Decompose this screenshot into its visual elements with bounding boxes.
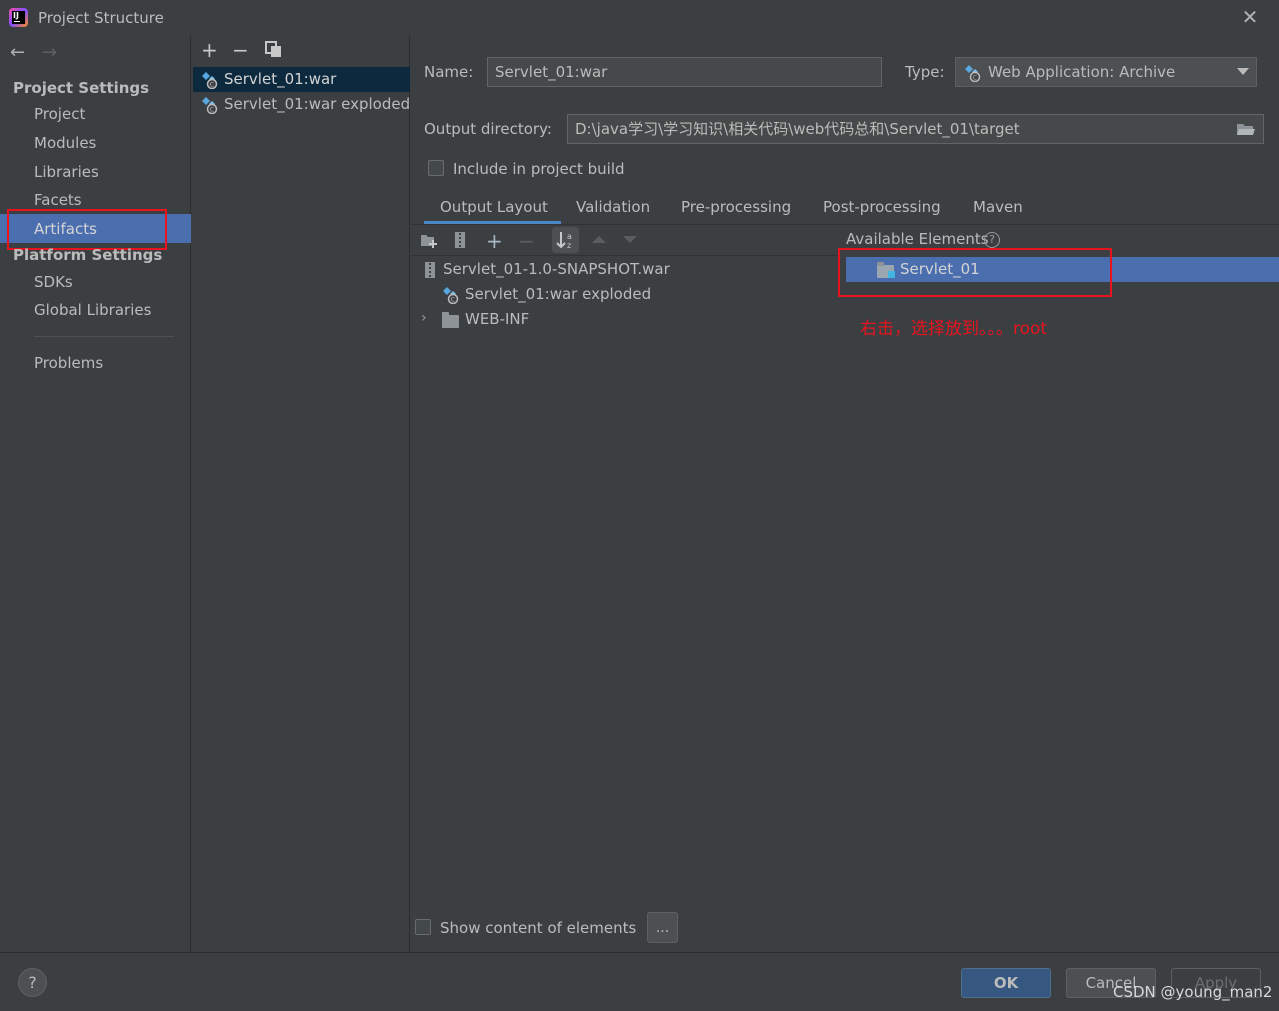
create-directory-icon[interactable] — [420, 232, 438, 248]
war-archive-icon — [424, 261, 436, 279]
svg-text:z: z — [567, 241, 571, 250]
annotation-box-available — [838, 248, 1112, 297]
output-directory-label: Output directory: — [424, 120, 552, 138]
show-content-checkbox[interactable] — [415, 919, 431, 935]
svg-text:C: C — [973, 75, 977, 82]
tab-maven[interactable]: Maven — [973, 198, 1023, 216]
sidebar-item-project[interactable]: Project — [34, 105, 85, 123]
forward-arrow-icon: → — [42, 42, 58, 63]
web-artifact-icon: C — [201, 96, 219, 115]
sidebar-item-global-libraries[interactable]: Global Libraries — [34, 301, 151, 319]
include-in-build-checkbox[interactable] — [428, 160, 444, 176]
svg-text:C: C — [210, 107, 214, 114]
chevron-down-icon[interactable] — [1237, 68, 1249, 75]
web-artifact-icon: C — [201, 71, 219, 90]
platform-settings-header: Platform Settings — [13, 246, 163, 264]
show-content-label: Show content of elements — [440, 919, 637, 937]
title-bar — [0, 0, 1279, 36]
watermark: CSDN @young_man2 — [1113, 983, 1273, 1001]
create-archive-icon[interactable] — [454, 231, 466, 249]
layout-tree-divider — [411, 255, 841, 256]
add-icon[interactable]: + — [201, 40, 218, 60]
window-title: Project Structure — [38, 9, 164, 27]
available-elements-header: Available Elements — [846, 230, 989, 248]
project-settings-header: Project Settings — [13, 79, 150, 97]
layout-tree-folder[interactable]: WEB-INF — [465, 310, 529, 328]
remove-element-icon: − — [518, 229, 535, 253]
tab-output-layout[interactable]: Output Layout — [440, 198, 548, 216]
back-arrow-icon[interactable]: ← — [10, 42, 25, 63]
svg-text:C: C — [451, 297, 455, 304]
chevron-right-icon[interactable]: › — [421, 310, 427, 326]
more-options-button[interactable]: ... — [647, 912, 678, 943]
add-element-icon[interactable]: + — [486, 229, 503, 253]
tab-pre-processing[interactable]: Pre-processing — [681, 198, 791, 216]
name-input[interactable]: Servlet_01:war — [487, 57, 882, 87]
name-label: Name: — [424, 63, 474, 81]
layout-tree-root[interactable]: Servlet_01-1.0-SNAPSHOT.war — [443, 260, 670, 278]
folder-browse-icon[interactable] — [1236, 121, 1256, 137]
sidebar-divider — [34, 336, 174, 337]
sidebar-item-modules[interactable]: Modules — [34, 134, 96, 152]
tabs-divider — [411, 224, 1279, 225]
output-directory-input[interactable]: D:\java学习\学习知识\相关代码\web代码总和\Servlet_01\t… — [567, 114, 1264, 144]
annotation-box-artifacts — [7, 209, 167, 250]
sidebar-item-facets[interactable]: Facets — [34, 191, 82, 209]
artifact-item[interactable]: Servlet_01:war exploded — [224, 95, 410, 113]
type-select[interactable]: Web Application: Archive — [955, 57, 1257, 87]
move-down-icon — [623, 236, 637, 243]
folder-icon — [442, 312, 459, 328]
tab-validation[interactable]: Validation — [576, 198, 650, 216]
intellij-logo-icon: IJ — [9, 8, 28, 27]
sidebar-item-problems[interactable]: Problems — [34, 354, 103, 372]
tab-post-processing[interactable]: Post-processing — [823, 198, 941, 216]
svg-text:C: C — [210, 82, 214, 89]
copy-icon[interactable] — [265, 41, 282, 58]
help-circle-icon[interactable]: ? — [984, 232, 1000, 248]
sidebar-item-libraries[interactable]: Libraries — [34, 163, 99, 181]
annotation-text: 右击，选择放到。。。root — [860, 319, 1048, 339]
type-select-value: Web Application: Archive — [988, 63, 1176, 81]
close-icon[interactable]: ✕ — [1240, 6, 1260, 28]
include-in-build-label: Include in project build — [453, 160, 625, 178]
type-label: Type: — [905, 63, 945, 81]
artifact-item[interactable]: Servlet_01:war — [224, 70, 336, 88]
svg-text:a: a — [567, 232, 572, 241]
layout-tree-item[interactable]: Servlet_01:war exploded — [465, 285, 651, 303]
ok-button[interactable]: OK — [961, 968, 1051, 998]
sidebar-item-sdks[interactable]: SDKs — [34, 273, 73, 291]
artifacts-list-panel — [192, 36, 410, 952]
remove-icon[interactable]: − — [232, 40, 249, 60]
help-button[interactable]: ? — [18, 968, 47, 997]
web-artifact-icon: C — [964, 64, 982, 83]
move-up-icon — [592, 236, 606, 243]
web-artifact-icon: C — [442, 286, 460, 305]
sort-elements-button[interactable]: az — [552, 227, 579, 253]
